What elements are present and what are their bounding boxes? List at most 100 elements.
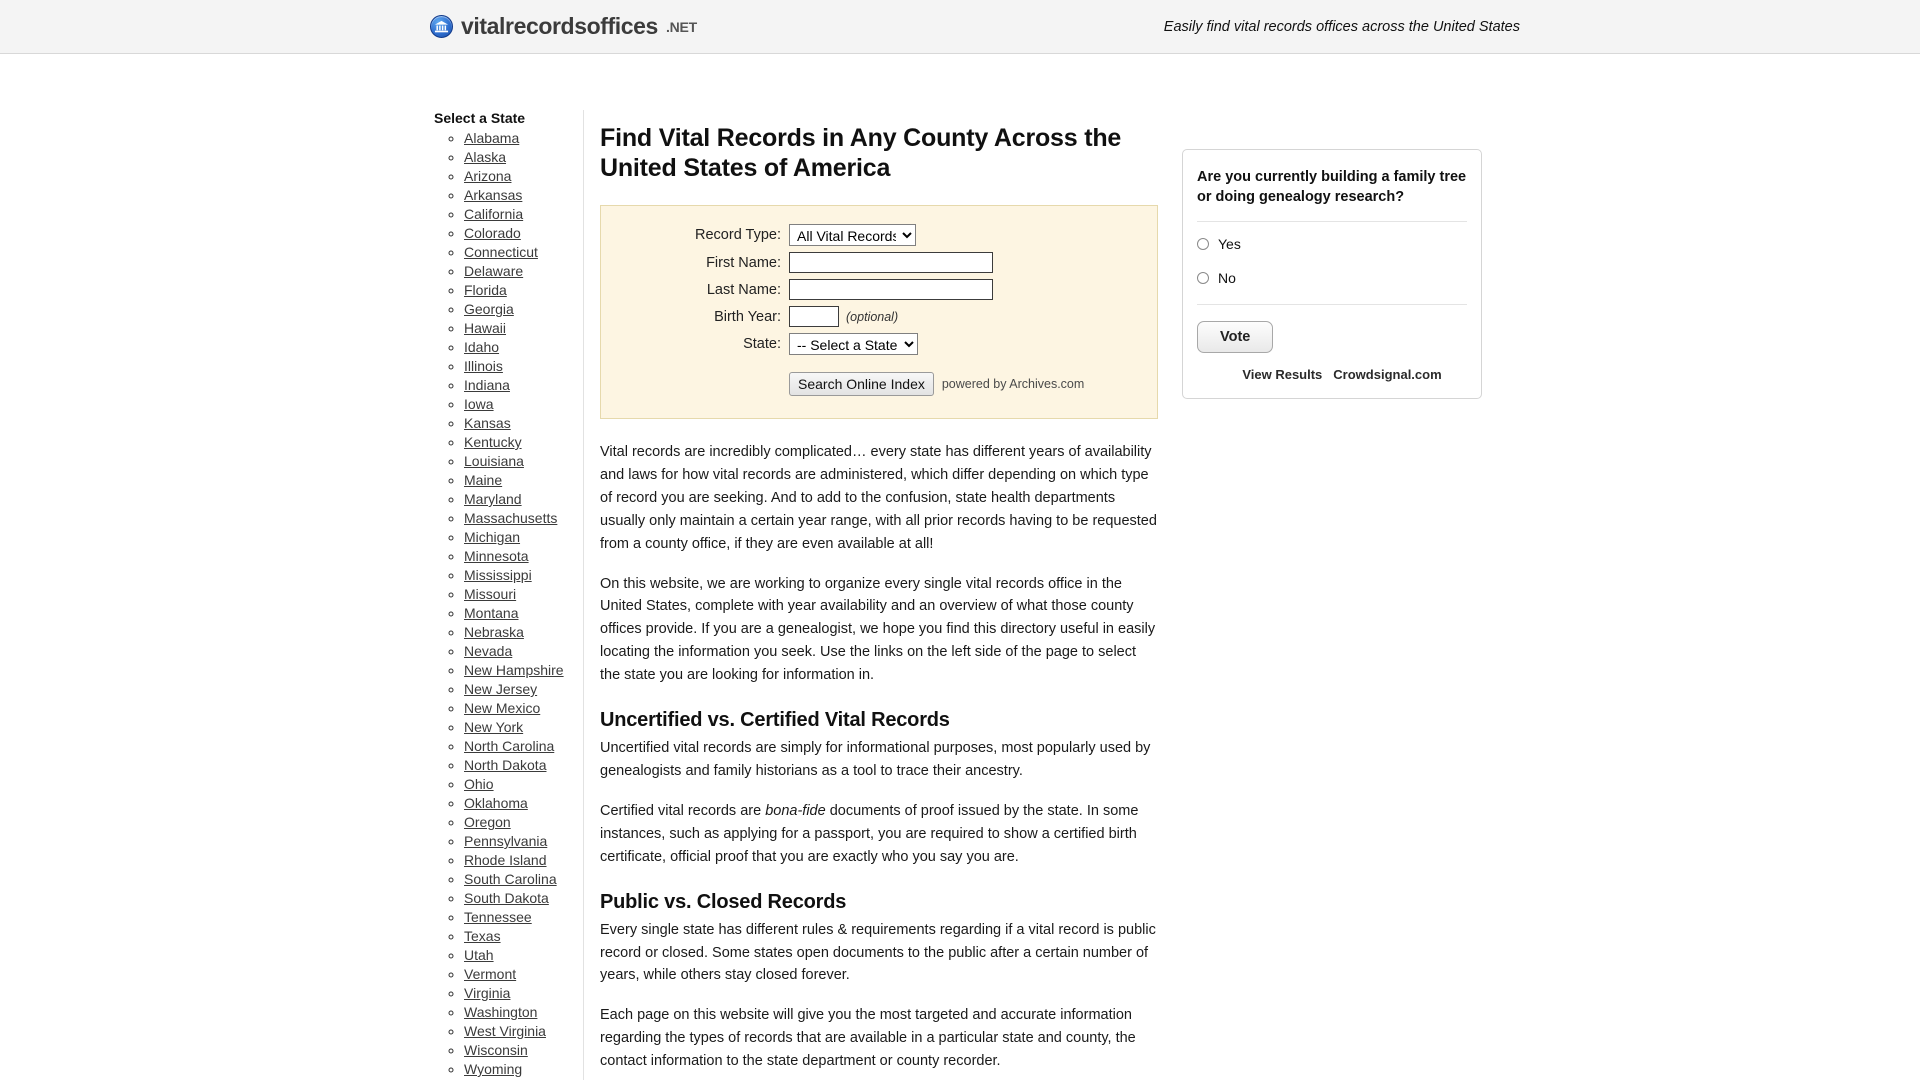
sidebar-item-arkansas[interactable]: Arkansas: [464, 187, 522, 203]
sidebar-item-hawaii[interactable]: Hawaii: [464, 320, 506, 336]
list-item: New Hampshire: [464, 661, 577, 680]
record-type-row: Record Type: All Vital Records: [601, 224, 1157, 246]
radio-icon[interactable]: [1197, 272, 1209, 285]
sidebar-item-florida[interactable]: Florida: [464, 282, 507, 298]
sidebar-item-michigan[interactable]: Michigan: [464, 529, 520, 545]
sidebar-item-north-carolina[interactable]: North Carolina: [464, 738, 554, 754]
sidebar-item-connecticut[interactable]: Connecticut: [464, 244, 538, 260]
state-label: State:: [743, 336, 781, 352]
list-item: Kansas: [464, 414, 577, 433]
page-content: Select a State Alabama Alaska Arizona Arkan…: [0, 54, 1920, 1080]
sidebar-item-north-dakota[interactable]: North Dakota: [464, 757, 546, 773]
list-item: Minnesota: [464, 547, 577, 566]
list-item: Wyoming: [464, 1060, 577, 1079]
vote-button[interactable]: Vote: [1197, 321, 1274, 354]
sidebar-item-minnesota[interactable]: Minnesota: [464, 548, 529, 564]
sidebar-item-mississippi[interactable]: Mississippi: [464, 567, 532, 583]
sidebar-item-alaska[interactable]: Alaska: [464, 149, 506, 165]
sidebar-item-washington[interactable]: Washington: [464, 1004, 537, 1020]
sidebar-item-virginia[interactable]: Virginia: [464, 985, 510, 1001]
poll-option-yes[interactable]: Yes: [1197, 236, 1467, 252]
sidebar-item-delaware[interactable]: Delaware: [464, 263, 523, 279]
sidebar-item-colorado[interactable]: Colorado: [464, 225, 521, 241]
sidebar-item-new-mexico[interactable]: New Mexico: [464, 700, 540, 716]
sidebar-item-illinois[interactable]: Illinois: [464, 358, 503, 374]
list-item: Florida: [464, 281, 577, 300]
sidebar-item-new-hampshire[interactable]: New Hampshire: [464, 662, 564, 678]
sidebar-item-maine[interactable]: Maine: [464, 472, 502, 488]
list-item: Oregon: [464, 813, 577, 832]
sidebar-item-arizona[interactable]: Arizona: [464, 168, 511, 184]
vital-records-search-form: Record Type: All Vital Records First Nam…: [600, 205, 1158, 419]
state-select[interactable]: -- Select a State --: [789, 333, 918, 355]
sidebar-item-georgia[interactable]: Georgia: [464, 301, 514, 317]
sidebar-item-oklahoma[interactable]: Oklahoma: [464, 795, 528, 811]
crowdsignal-link[interactable]: Crowdsignal.com: [1333, 367, 1441, 382]
list-item: Maryland: [464, 490, 577, 509]
sidebar-item-idaho[interactable]: Idaho: [464, 339, 499, 355]
radio-icon[interactable]: [1197, 238, 1209, 251]
sidebar-item-wyoming[interactable]: Wyoming: [464, 1061, 522, 1077]
list-item: Texas: [464, 927, 577, 946]
sidebar-item-wisconsin[interactable]: Wisconsin: [464, 1042, 528, 1058]
sidebar-item-alabama[interactable]: Alabama: [464, 130, 519, 146]
list-item: Rhode Island: [464, 851, 577, 870]
sidebar-item-montana[interactable]: Montana: [464, 605, 518, 621]
sidebar-item-kentucky[interactable]: Kentucky: [464, 434, 522, 450]
sidebar-item-indiana[interactable]: Indiana: [464, 377, 510, 393]
first-name-input[interactable]: [789, 252, 993, 273]
state-list: Alabama Alaska Arizona Arkansas California Co…: [434, 129, 577, 1079]
sidebar-item-utah[interactable]: Utah: [464, 947, 494, 963]
list-item: West Virginia: [464, 1022, 577, 1041]
record-type-label: Record Type:: [695, 227, 781, 243]
brand-tld: .NET: [665, 18, 698, 35]
sidebar-item-west-virginia[interactable]: West Virginia: [464, 1023, 546, 1039]
list-item: North Dakota: [464, 756, 577, 775]
sidebar-item-california[interactable]: California: [464, 206, 523, 222]
first-name-row: First Name:: [601, 252, 1157, 273]
sidebar-item-oregon[interactable]: Oregon: [464, 814, 511, 830]
site-header: vitalrecordsoffices .NET Easily find vit…: [0, 0, 1920, 54]
sidebar-item-iowa[interactable]: Iowa: [464, 396, 494, 412]
sidebar-item-ohio[interactable]: Ohio: [464, 776, 494, 792]
sidebar-item-maryland[interactable]: Maryland: [464, 491, 522, 507]
powered-by-label: powered by Archives.com: [941, 377, 1085, 391]
list-item: Tennessee: [464, 908, 577, 927]
sidebar-item-new-york[interactable]: New York: [464, 719, 523, 735]
list-item: Nevada: [464, 642, 577, 661]
site-brand[interactable]: vitalrecordsoffices .NET: [430, 15, 697, 38]
sidebar-item-pennsylvania[interactable]: Pennsylvania: [464, 833, 547, 849]
brand-name: vitalrecordsoffices: [461, 13, 658, 39]
poll-option-no[interactable]: No: [1197, 270, 1467, 286]
sidebar-item-rhode-island[interactable]: Rhode Island: [464, 852, 547, 868]
article-paragraph: Certified vital records are bona-fide do…: [600, 802, 1139, 865]
sidebar-item-kansas[interactable]: Kansas: [464, 415, 511, 431]
sidebar-item-vermont[interactable]: Vermont: [464, 966, 516, 982]
sidebar-item-south-dakota[interactable]: South Dakota: [464, 890, 549, 906]
section-heading: Uncertified vs. Certified Vital Records: [600, 709, 950, 732]
sidebar-item-tennessee[interactable]: Tennessee: [464, 909, 532, 925]
last-name-input[interactable]: [789, 279, 993, 300]
sidebar-item-texas[interactable]: Texas: [464, 928, 501, 944]
sidebar-item-massachusetts[interactable]: Massachusetts: [464, 510, 557, 526]
article-paragraph: Vital records are incredibly complicated…: [600, 444, 1157, 552]
sidebar-item-missouri[interactable]: Missouri: [464, 586, 516, 602]
view-results-link[interactable]: View Results: [1242, 367, 1322, 382]
list-item: Vermont: [464, 965, 577, 984]
search-online-index-button[interactable]: Search Online Index: [789, 372, 934, 396]
list-item: Arizona: [464, 167, 577, 186]
sidebar-title: Select a State: [434, 110, 526, 126]
birth-year-input[interactable]: [789, 306, 839, 327]
list-item: New Mexico: [464, 699, 577, 718]
sidebar-item-nebraska[interactable]: Nebraska: [464, 624, 524, 640]
sidebar-item-south-carolina[interactable]: South Carolina: [464, 871, 557, 887]
record-type-field: All Vital Records: [789, 224, 916, 246]
sidebar-item-new-jersey[interactable]: New Jersey: [464, 681, 537, 697]
sidebar-item-nevada[interactable]: Nevada: [464, 643, 512, 659]
sidebar-item-louisiana[interactable]: Louisiana: [464, 453, 524, 469]
record-type-select[interactable]: All Vital Records: [789, 224, 916, 246]
list-item: New Jersey: [464, 680, 577, 699]
list-item: California: [464, 205, 577, 224]
last-name-field: [789, 279, 993, 300]
list-item: Louisiana: [464, 452, 577, 471]
